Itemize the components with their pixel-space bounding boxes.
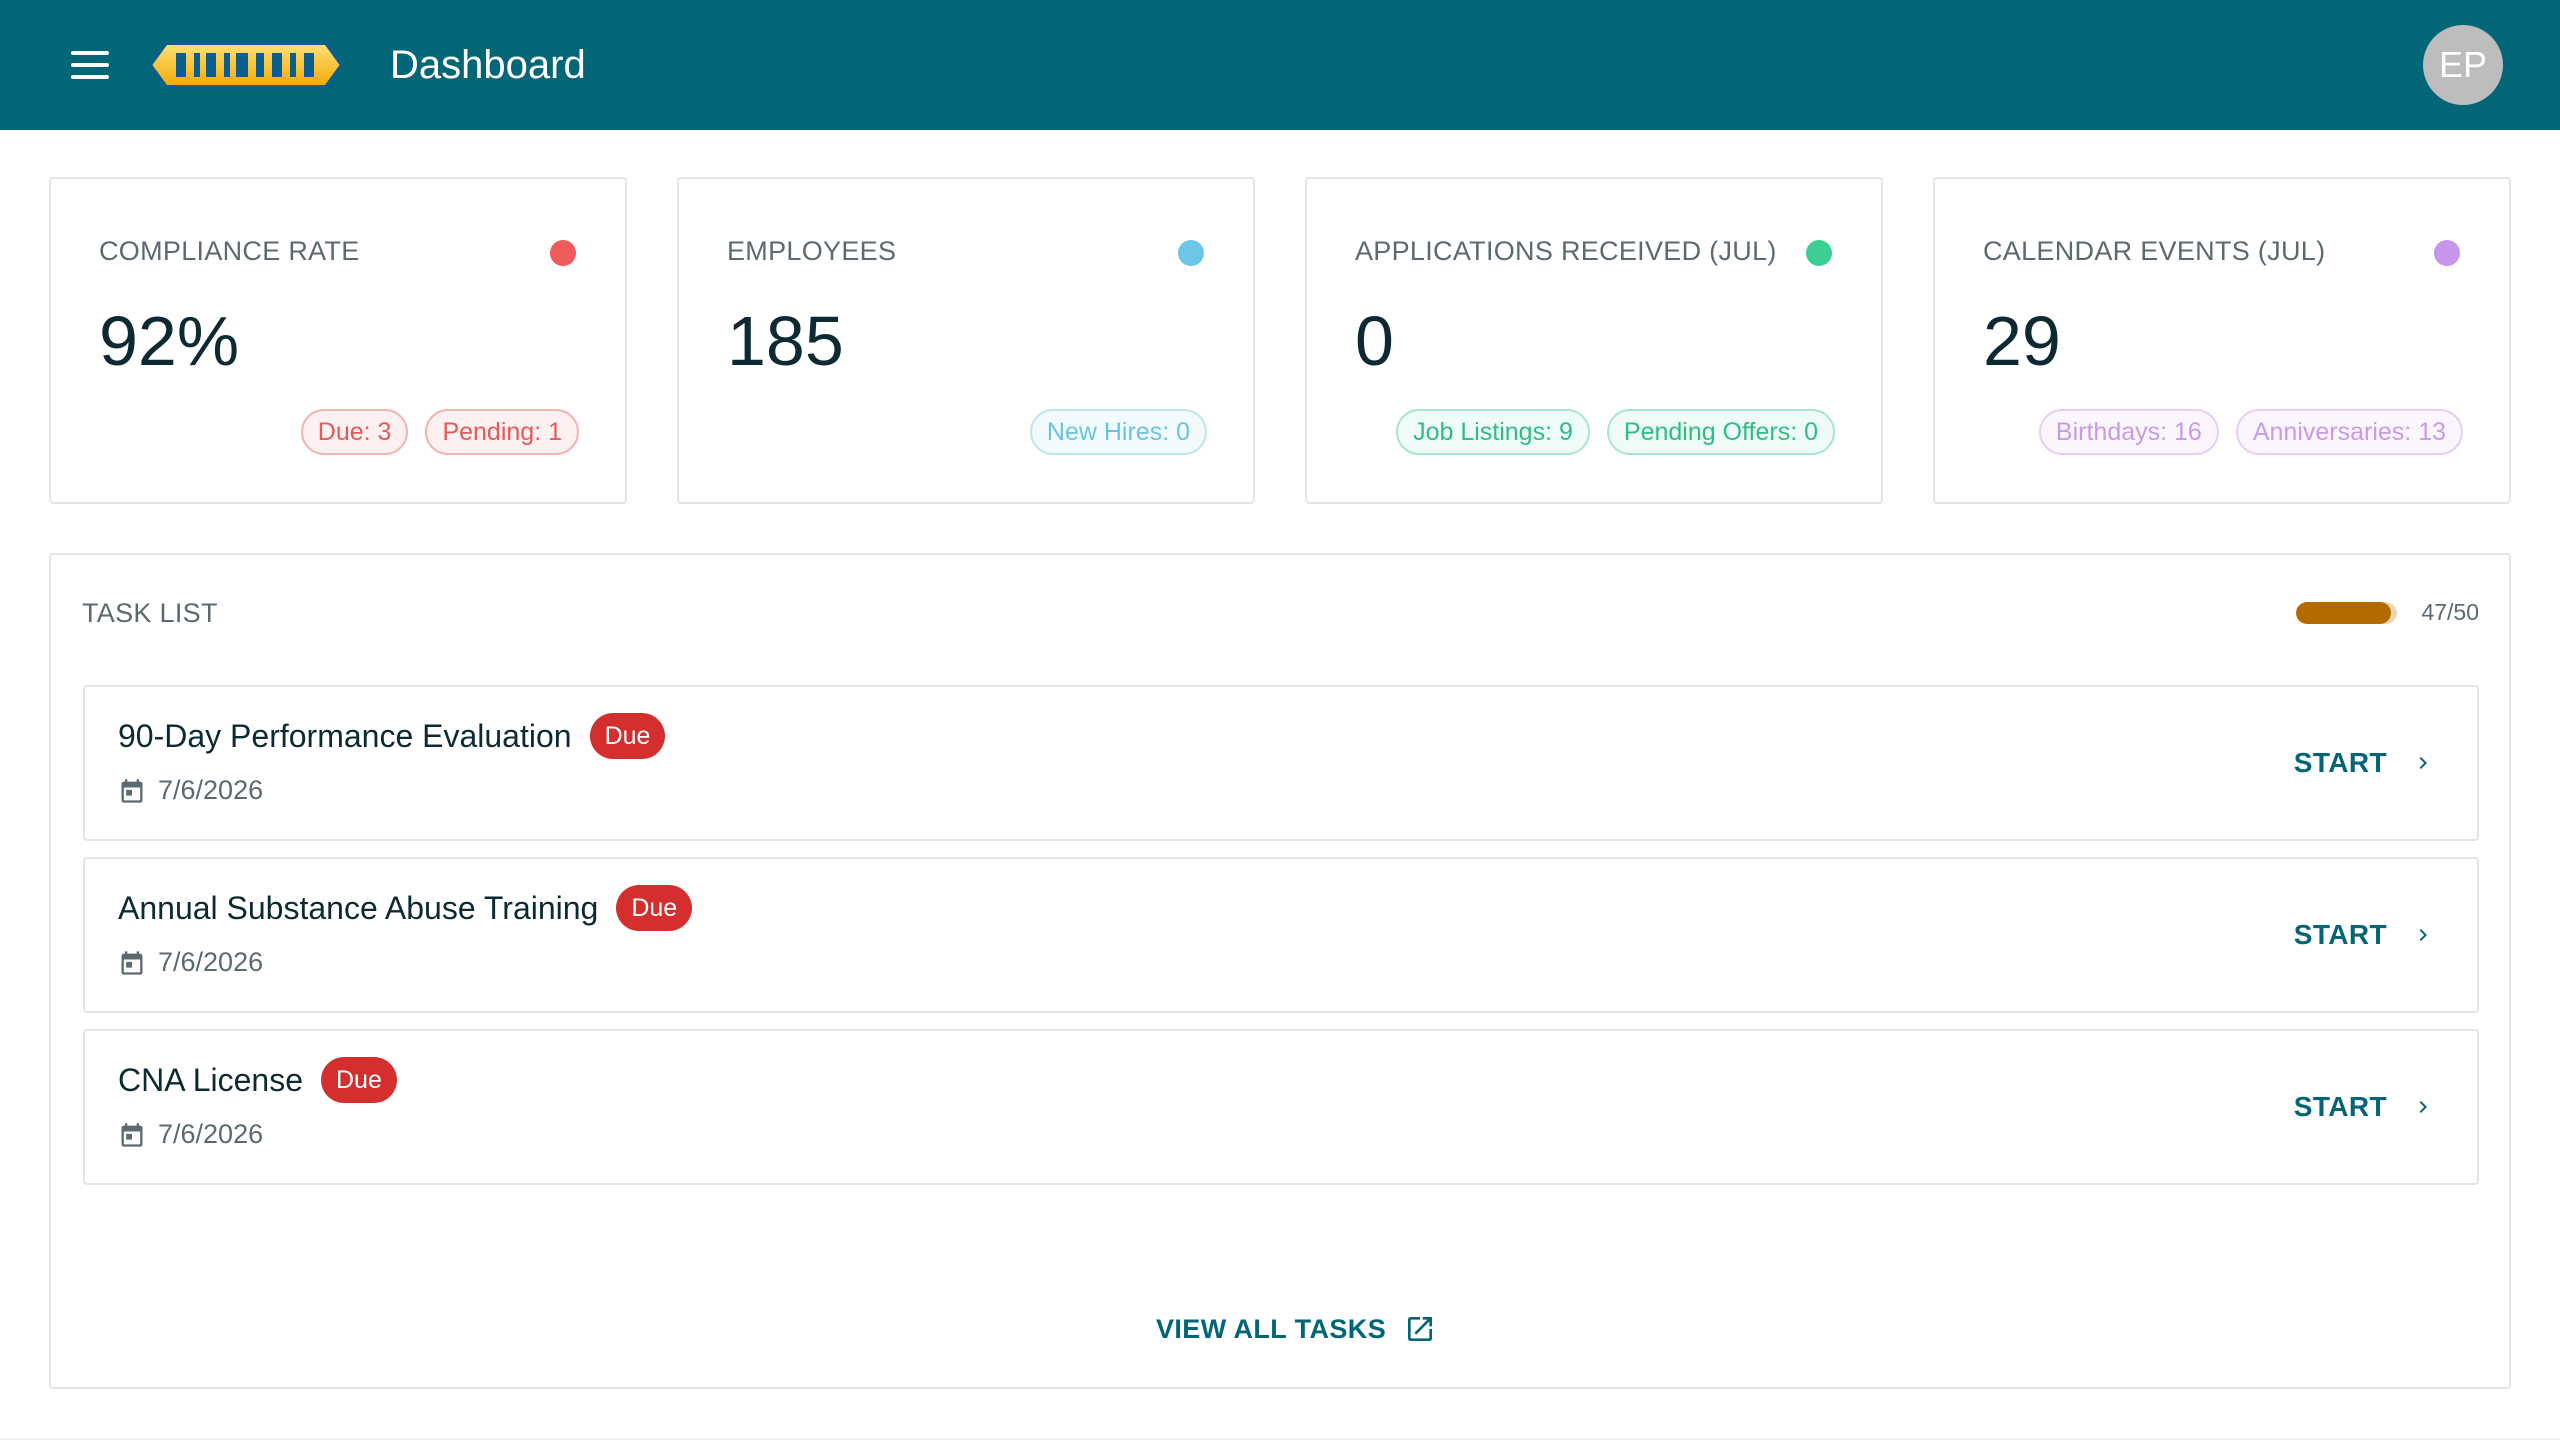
app-bar: Dashboard EP — [0, 0, 2560, 130]
task-name: Annual Substance Abuse Training — [118, 889, 599, 926]
chip-pending: Pending: 1 — [425, 409, 579, 455]
status-dot — [1806, 240, 1832, 266]
start-label: START — [2293, 919, 2387, 950]
calendar-icon — [121, 1122, 143, 1147]
card-value: 92% — [99, 302, 240, 380]
menu-icon[interactable] — [50, 25, 130, 105]
task-list-title: TASK LIST — [82, 598, 218, 628]
user-avatar[interactable]: EP — [2423, 25, 2503, 105]
task-date: 7/6/2026 — [158, 775, 264, 805]
card-value: 29 — [1983, 302, 2061, 380]
card-title: CALENDAR EVENTS (JUL) — [1983, 236, 2326, 266]
task-item[interactable]: 90-Day Performance Evaluation Due 7/6/20… — [83, 685, 2479, 841]
start-label: START — [2293, 1091, 2387, 1122]
start-task-button[interactable]: START — [2294, 1081, 2435, 1133]
card-calendar-events[interactable]: CALENDAR EVENTS (JUL) 29 Birthdays: 16 A… — [1933, 177, 2511, 504]
card-compliance-rate[interactable]: COMPLIANCE RATE 92% Due: 3 Pending: 1 — [49, 177, 627, 504]
view-all-label: VIEW ALL TASKS — [1156, 1313, 1387, 1344]
task-item[interactable]: CNA License Due 7/6/2026 START — [83, 1029, 2479, 1185]
chevron-right-icon — [2419, 929, 2427, 941]
task-name: 90-Day Performance Evaluation — [118, 717, 572, 754]
start-label: START — [2293, 747, 2387, 778]
status-dot — [550, 240, 576, 266]
card-applications-received[interactable]: APPLICATIONS RECEIVED (JUL) 0 Job Listin… — [1305, 177, 1883, 504]
calendar-icon — [121, 778, 143, 803]
chip-new-hires: New Hires: 0 — [1029, 409, 1207, 455]
chevron-right-icon — [2419, 1101, 2427, 1113]
task-name: CNA License — [118, 1061, 303, 1098]
chip-birthdays: Birthdays: 16 — [2038, 409, 2219, 455]
task-list-panel: TASK LIST 47/50 90-Day Performance Evalu… — [49, 553, 2511, 1389]
due-badge: Due — [320, 1057, 397, 1103]
view-all-tasks-link[interactable]: VIEW ALL TASKS — [1156, 1313, 1436, 1345]
start-task-button[interactable]: START — [2294, 737, 2435, 789]
summary-cards: COMPLIANCE RATE 92% Due: 3 Pending: 1 EM… — [49, 177, 2511, 504]
open-in-new-icon — [1408, 1317, 1433, 1341]
start-task-button[interactable]: START — [2294, 909, 2435, 961]
chip-job-listings: Job Listings: 9 — [1396, 409, 1590, 455]
calendar-icon — [121, 950, 143, 975]
card-value: 0 — [1355, 302, 1394, 380]
task-date: 7/6/2026 — [158, 947, 264, 977]
status-dot — [1178, 240, 1204, 266]
status-dot — [2434, 240, 2460, 266]
task-progress-fill — [2296, 602, 2391, 624]
chevron-right-icon — [2419, 757, 2427, 769]
olympus-logo[interactable] — [146, 30, 356, 100]
chip-anniversaries: Anniversaries: 13 — [2235, 409, 2463, 455]
card-title: APPLICATIONS RECEIVED (JUL) — [1355, 236, 1777, 266]
due-badge: Due — [616, 885, 693, 931]
task-item[interactable]: Annual Substance Abuse Training Due 7/6/… — [83, 857, 2479, 1013]
task-progress-bar — [2296, 602, 2397, 624]
chip-pending-offers: Pending Offers: 0 — [1606, 409, 1835, 455]
card-value: 185 — [727, 302, 844, 380]
card-title: COMPLIANCE RATE — [99, 236, 360, 266]
page-title: Dashboard — [390, 42, 586, 87]
chip-due: Due: 3 — [300, 409, 409, 455]
task-date: 7/6/2026 — [158, 1119, 264, 1149]
due-badge: Due — [589, 713, 666, 759]
card-title: EMPLOYEES — [727, 236, 897, 266]
card-employees[interactable]: EMPLOYEES 185 New Hires: 0 — [677, 177, 1255, 504]
task-progress-text: 47/50 — [2421, 599, 2479, 625]
